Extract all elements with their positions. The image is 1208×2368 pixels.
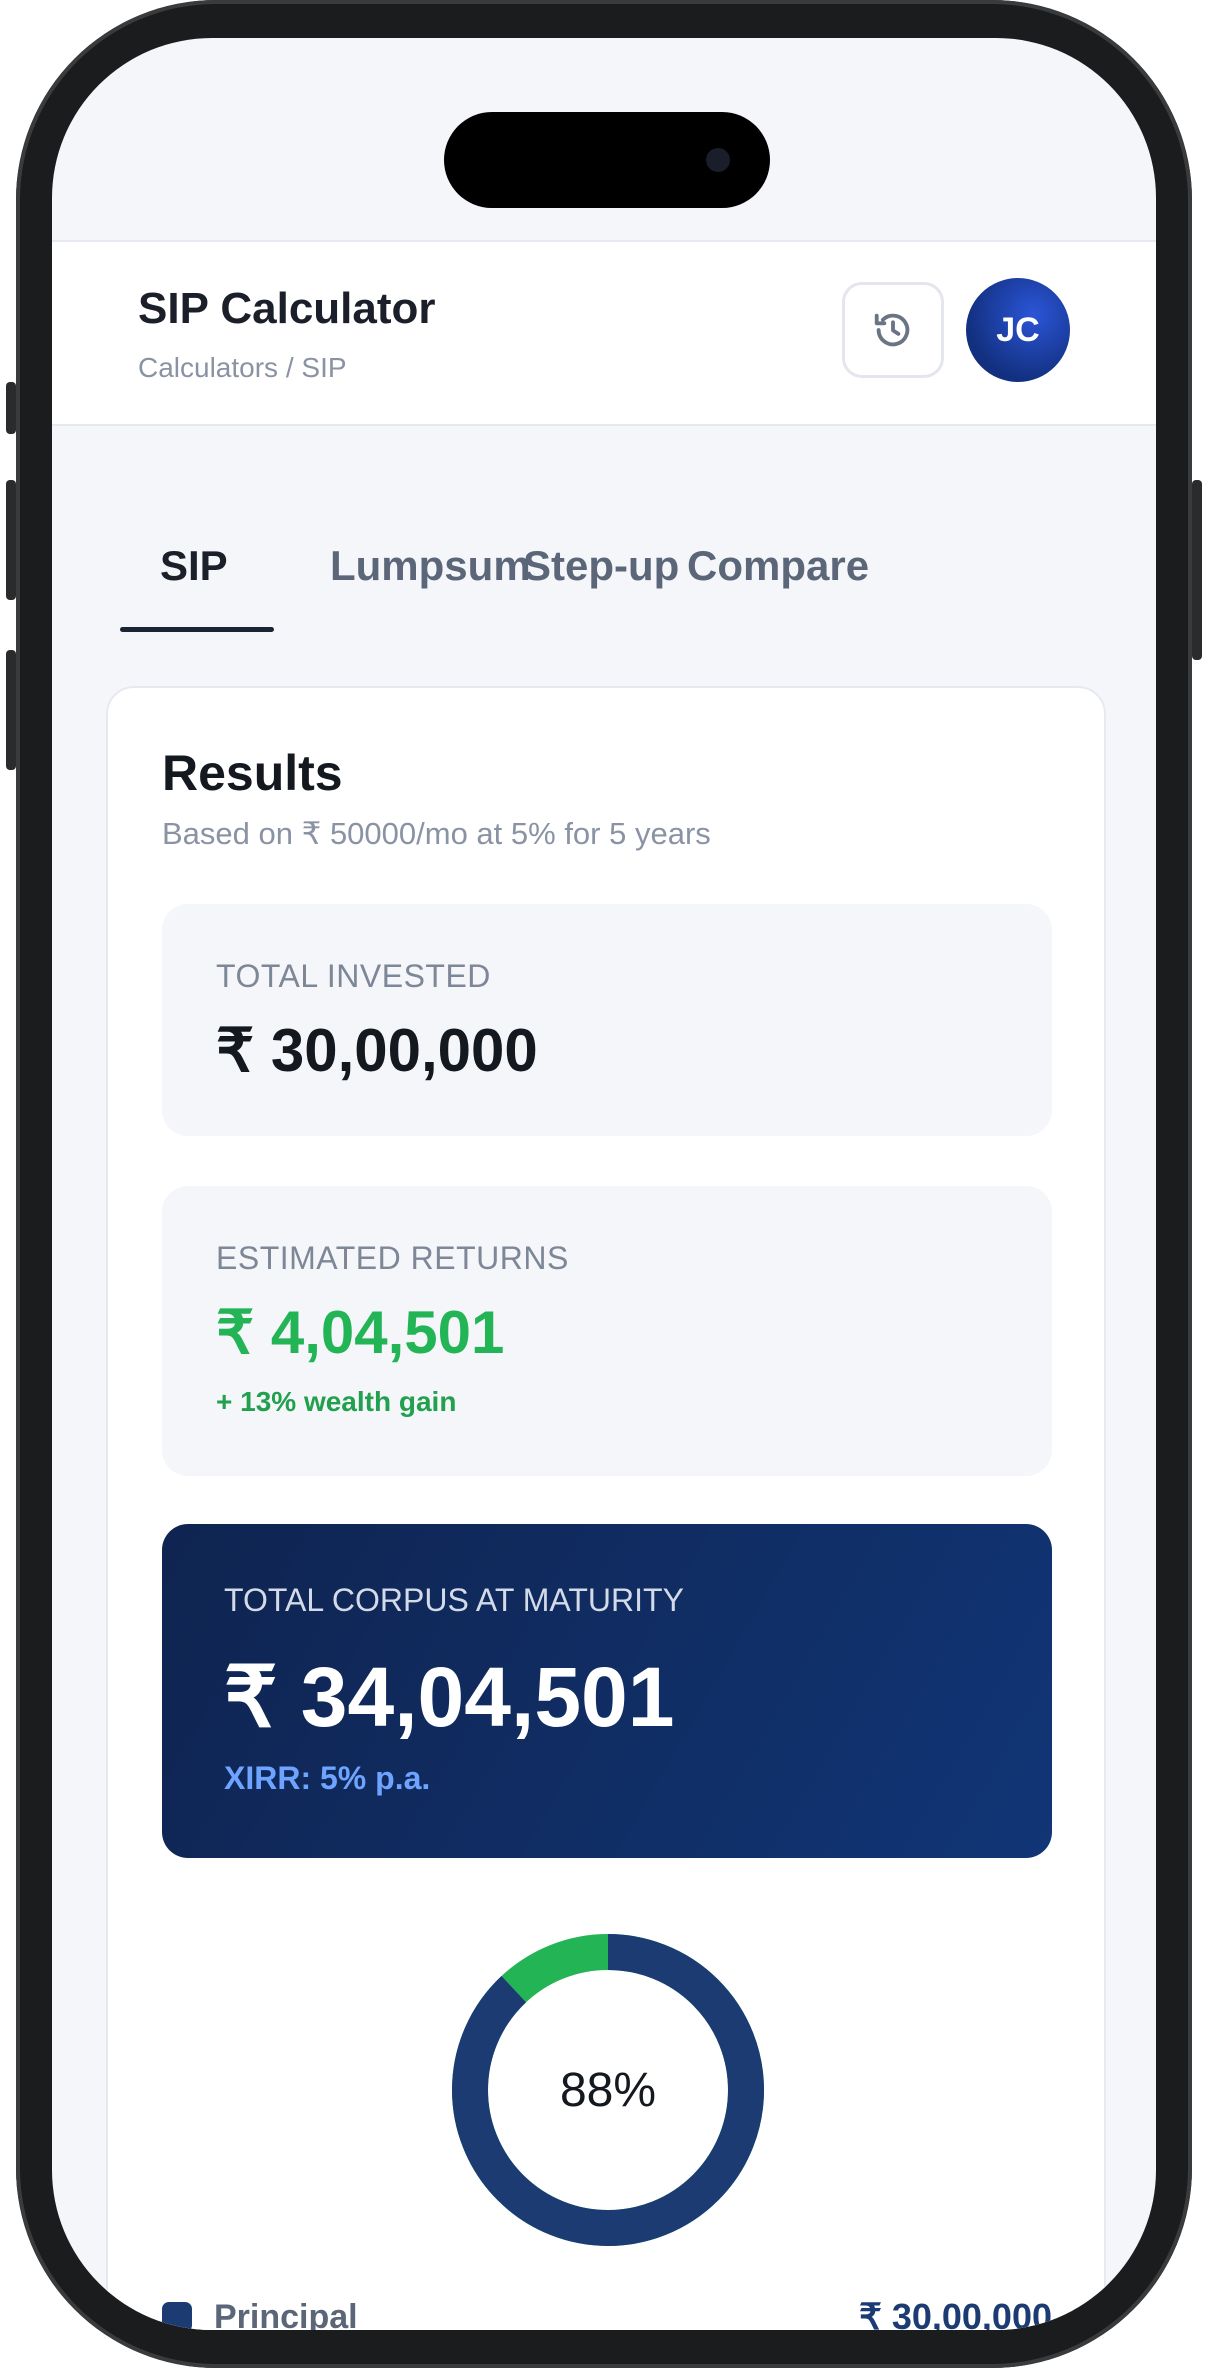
history-button[interactable] <box>842 282 944 378</box>
history-icon <box>874 313 910 347</box>
tab-label: Lumpsum <box>330 542 531 589</box>
estimated-returns-label: ESTIMATED RETURNS <box>216 1240 569 1276</box>
page-title: SIP Calculator <box>138 284 436 333</box>
mute-switch <box>6 382 16 434</box>
principal-donut-chart: 88% <box>448 1930 768 2250</box>
tab-label: Step-up <box>523 542 680 589</box>
legend-value: ₹ 30,00,000 <box>858 2296 1052 2330</box>
app-header: SIP Calculator Calculators / SIP JC <box>52 240 1156 426</box>
avatar[interactable]: JC <box>966 278 1070 382</box>
legend-swatch <box>162 2302 192 2330</box>
total-invested-label: TOTAL INVESTED <box>216 958 491 994</box>
wealth-gain-note: + 13% wealth gain <box>216 1386 457 1417</box>
results-subtitle: Based on ₹ 50000/mo at 5% for 5 years <box>162 816 711 851</box>
power-button <box>1192 480 1202 660</box>
volume-down-button <box>6 650 16 770</box>
legend-label: Principal <box>214 2298 358 2330</box>
results-card: Results Based on ₹ 50000/mo at 5% for 5 … <box>106 686 1106 2330</box>
active-tab-underline <box>120 627 274 632</box>
dynamic-island <box>444 112 770 208</box>
estimated-returns-tile: ESTIMATED RETURNS ₹ 4,04,501 + 13% wealt… <box>162 1186 1052 1476</box>
total-invested-tile: TOTAL INVESTED ₹ 30,00,000 <box>162 904 1052 1136</box>
maturity-label: TOTAL CORPUS AT MATURITY <box>224 1582 684 1618</box>
tab-label: Compare <box>687 542 870 589</box>
donut-center-label: 88% <box>559 2063 657 2117</box>
screen: SIP Calculator Calculators / SIP JC SIP … <box>52 38 1156 2330</box>
total-invested-value: ₹ 30,00,000 <box>216 1017 538 1084</box>
maturity-value: ₹ 34,04,501 <box>224 1650 675 1744</box>
tab-step-up[interactable]: Step-up <box>523 508 693 632</box>
camera-dot <box>706 148 730 172</box>
tab-lumpsum[interactable]: Lumpsum <box>330 508 531 632</box>
calculator-tabs: SIP Lumpsum Step-up Compare <box>120 508 1100 632</box>
results-title: Results <box>162 745 343 801</box>
xirr-note: XIRR: 5% p.a. <box>224 1760 431 1796</box>
breadcrumb[interactable]: Calculators / SIP <box>138 352 347 384</box>
legend-principal: Principal ₹ 30,00,000 <box>162 2296 1052 2330</box>
tab-sip[interactable]: SIP <box>120 508 274 632</box>
volume-up-button <box>6 480 16 600</box>
tab-label: SIP <box>160 542 228 589</box>
maturity-tile: TOTAL CORPUS AT MATURITY ₹ 34,04,501 XIR… <box>162 1524 1052 1858</box>
estimated-returns-value: ₹ 4,04,501 <box>216 1299 505 1366</box>
tab-compare[interactable]: Compare <box>687 508 877 632</box>
